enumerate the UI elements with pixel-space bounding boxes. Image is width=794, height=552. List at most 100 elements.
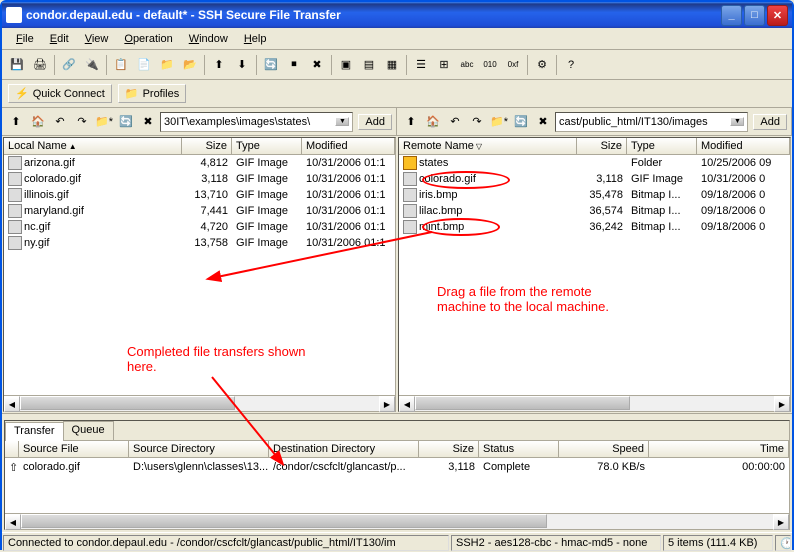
- tcol-source[interactable]: Source File: [19, 441, 129, 457]
- remote-delete-icon[interactable]: ✖: [533, 112, 553, 132]
- list-item[interactable]: statesFolder10/25/2006 09: [399, 155, 790, 171]
- remote-add-button[interactable]: Add: [753, 114, 787, 130]
- remote-col-type[interactable]: Type: [627, 138, 697, 154]
- disconnect-icon[interactable]: 🔌: [81, 54, 103, 76]
- open-folder-icon[interactable]: 📂: [179, 54, 201, 76]
- local-add-button[interactable]: Add: [358, 114, 392, 130]
- local-col-modified[interactable]: Modified: [302, 138, 395, 154]
- print-icon[interactable]: 🖨: [29, 54, 51, 76]
- view-list-icon[interactable]: ☰: [410, 54, 432, 76]
- remote-back-icon[interactable]: ↶: [445, 112, 465, 132]
- tcol-srcdir[interactable]: Source Directory: [129, 441, 269, 457]
- remote-newfolder-icon[interactable]: 📁*: [489, 112, 509, 132]
- transfer-scrollbar[interactable]: ◀ ▶: [5, 513, 789, 529]
- list-item[interactable]: ny.gif13,758GIF Image10/31/2006 01:1: [4, 235, 395, 251]
- remote-scrollbar[interactable]: ◀ ▶: [399, 395, 790, 411]
- scroll-left-icon[interactable]: ◀: [5, 514, 21, 530]
- status-bar: Connected to condor.depaul.edu - /condor…: [2, 532, 792, 552]
- new-folder-icon[interactable]: 📁: [156, 54, 178, 76]
- local-fwd-icon[interactable]: ↷: [72, 112, 92, 132]
- horizontal-splitter[interactable]: [2, 414, 792, 418]
- menu-view[interactable]: View: [77, 31, 117, 47]
- list-item[interactable]: illinois.gif13,710GIF Image10/31/2006 01…: [4, 187, 395, 203]
- remote-file-list[interactable]: statesFolder10/25/2006 09colorado.gif3,1…: [399, 155, 790, 395]
- local-col-name[interactable]: Local Name▲: [4, 138, 182, 154]
- tcol-speed[interactable]: Speed: [559, 441, 649, 457]
- local-path-dropdown-icon[interactable]: ▼: [335, 117, 349, 126]
- tcol-time[interactable]: Time: [649, 441, 789, 457]
- minimize-button[interactable]: _: [721, 5, 742, 26]
- download-icon[interactable]: ⬇: [231, 54, 253, 76]
- save-icon[interactable]: 💾: [6, 54, 28, 76]
- transfer-row[interactable]: ⇧colorado.gifD:\users\glenn\classes\13..…: [5, 458, 789, 476]
- profiles-button[interactable]: 📁 Profiles: [118, 84, 186, 103]
- upload-icon[interactable]: ⬆: [208, 54, 230, 76]
- list-item[interactable]: mint.bmp36,242Bitmap I...09/18/2006 0: [399, 219, 790, 235]
- remote-path-dropdown-icon[interactable]: ▼: [730, 117, 744, 126]
- close-button[interactable]: ✕: [767, 5, 788, 26]
- scroll-left-icon[interactable]: ◀: [4, 396, 20, 412]
- menu-window[interactable]: Window: [181, 31, 236, 47]
- terminal-icon[interactable]: ▣: [335, 54, 357, 76]
- scroll-right-icon[interactable]: ▶: [379, 396, 395, 412]
- menu-help[interactable]: Help: [236, 31, 275, 47]
- remote-col-size[interactable]: Size: [577, 138, 627, 154]
- menu-edit[interactable]: Edit: [42, 31, 77, 47]
- remote-path-input[interactable]: cast/public_html/IT130/images ▼: [555, 112, 748, 132]
- transfer-tabs: Transfer Queue: [5, 421, 789, 441]
- local-up-icon[interactable]: ⬆: [6, 112, 26, 132]
- grid-icon[interactable]: ▦: [381, 54, 403, 76]
- list-item[interactable]: arizona.gif4,812GIF Image10/31/2006 01:1: [4, 155, 395, 171]
- tcol-size[interactable]: Size: [419, 441, 479, 457]
- list-item[interactable]: maryland.gif7,441GIF Image10/31/2006 01:…: [4, 203, 395, 219]
- list-item[interactable]: colorado.gif3,118GIF Image10/31/2006 01:…: [4, 171, 395, 187]
- paste-icon[interactable]: 📄: [133, 54, 155, 76]
- maximize-button[interactable]: □: [744, 5, 765, 26]
- local-col-type[interactable]: Type: [232, 138, 302, 154]
- local-home-icon[interactable]: 🏠: [28, 112, 48, 132]
- tcol-status[interactable]: Status: [479, 441, 559, 457]
- scroll-left-icon[interactable]: ◀: [399, 396, 415, 412]
- scroll-right-icon[interactable]: ▶: [774, 396, 790, 412]
- path-navbar: ⬆ 🏠 ↶ ↷ 📁* 🔄 ✖ 30IT\examples\images\stat…: [2, 108, 792, 136]
- file-icon: [8, 188, 22, 202]
- remote-col-modified[interactable]: Modified: [697, 138, 790, 154]
- tcol-dstdir[interactable]: Destination Directory: [269, 441, 419, 457]
- remote-up-icon[interactable]: ⬆: [401, 112, 421, 132]
- copy-icon[interactable]: 📋: [110, 54, 132, 76]
- view-ascii-icon[interactable]: abc: [456, 54, 478, 76]
- local-file-list[interactable]: arizona.gif4,812GIF Image10/31/2006 01:1…: [4, 155, 395, 395]
- list-item[interactable]: iris.bmp35,478Bitmap I...09/18/2006 0: [399, 187, 790, 203]
- local-back-icon[interactable]: ↶: [50, 112, 70, 132]
- local-path-text: 30IT\examples\images\states\: [164, 116, 335, 128]
- list-item[interactable]: nc.gif4,720GIF Image10/31/2006 01:1: [4, 219, 395, 235]
- refresh-icon[interactable]: 🔄: [260, 54, 282, 76]
- view-detail-icon[interactable]: ⊞: [433, 54, 455, 76]
- local-newfolder-icon[interactable]: 📁*: [94, 112, 114, 132]
- local-delete-icon[interactable]: ✖: [138, 112, 158, 132]
- remote-home-icon[interactable]: 🏠: [423, 112, 443, 132]
- local-refresh-icon[interactable]: 🔄: [116, 112, 136, 132]
- remote-refresh-icon[interactable]: 🔄: [511, 112, 531, 132]
- remote-fwd-icon[interactable]: ↷: [467, 112, 487, 132]
- help-icon[interactable]: ?: [560, 54, 582, 76]
- list-item[interactable]: colorado.gif3,118GIF Image10/31/2006 0: [399, 171, 790, 187]
- delete-icon[interactable]: ✖: [306, 54, 328, 76]
- connect-icon[interactable]: 🔗: [58, 54, 80, 76]
- stop-icon[interactable]: ⏹: [283, 54, 305, 76]
- remote-col-name[interactable]: Remote Name▽: [399, 138, 577, 154]
- menu-operation[interactable]: Operation: [116, 31, 180, 47]
- tab-transfer[interactable]: Transfer: [5, 422, 64, 441]
- local-scrollbar[interactable]: ◀ ▶: [4, 395, 395, 411]
- list-item[interactable]: lilac.bmp36,574Bitmap I...09/18/2006 0: [399, 203, 790, 219]
- menu-file[interactable]: File: [8, 31, 42, 47]
- scroll-right-icon[interactable]: ▶: [773, 514, 789, 530]
- view-binary-icon[interactable]: 010: [479, 54, 501, 76]
- quick-connect-button[interactable]: ⚡ Quick Connect: [8, 84, 112, 103]
- local-path-input[interactable]: 30IT\examples\images\states\ ▼: [160, 112, 353, 132]
- local-col-size[interactable]: Size: [182, 138, 232, 154]
- settings-icon[interactable]: ⚙: [531, 54, 553, 76]
- tab-queue[interactable]: Queue: [63, 421, 114, 440]
- split-icon[interactable]: ▤: [358, 54, 380, 76]
- view-hex-icon[interactable]: 0xf: [502, 54, 524, 76]
